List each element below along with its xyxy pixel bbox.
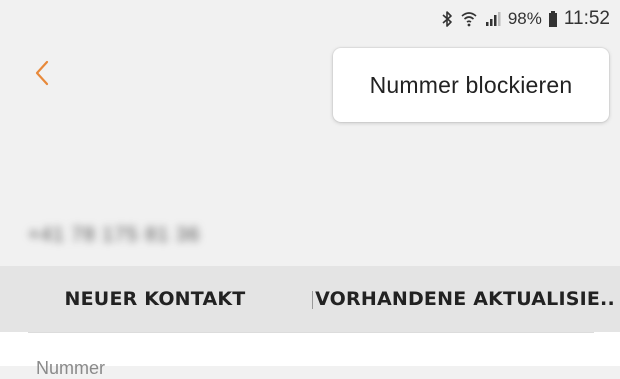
bluetooth-icon <box>440 10 454 28</box>
details-section: Nummer <box>0 332 620 378</box>
divider <box>28 332 594 333</box>
battery-percent: 98% <box>507 9 542 28</box>
new-contact-button[interactable]: NEUER KONTAKT <box>0 266 310 332</box>
back-button[interactable] <box>30 56 54 90</box>
action-divider <box>312 291 313 309</box>
signal-icon <box>484 10 502 28</box>
battery-icon <box>548 10 558 28</box>
status-bar: 98% 11:52 <box>0 0 620 38</box>
status-indicators: 98% 11:52 <box>440 8 610 30</box>
clock: 11:52 <box>563 8 610 29</box>
phone-number: +41 78 175 81 36 <box>28 224 201 246</box>
action-bar: NEUER KONTAKT VORHANDENE AKTUALISIE.. <box>0 266 620 332</box>
overflow-menu: Nummer blockieren <box>333 48 609 122</box>
chevron-left-icon <box>34 60 50 86</box>
number-label: Nummer <box>36 358 106 378</box>
menu-item-block-number[interactable]: Nummer blockieren <box>370 72 573 99</box>
wifi-icon <box>460 10 478 28</box>
update-existing-button[interactable]: VORHANDENE AKTUALISIE.. <box>310 266 620 332</box>
